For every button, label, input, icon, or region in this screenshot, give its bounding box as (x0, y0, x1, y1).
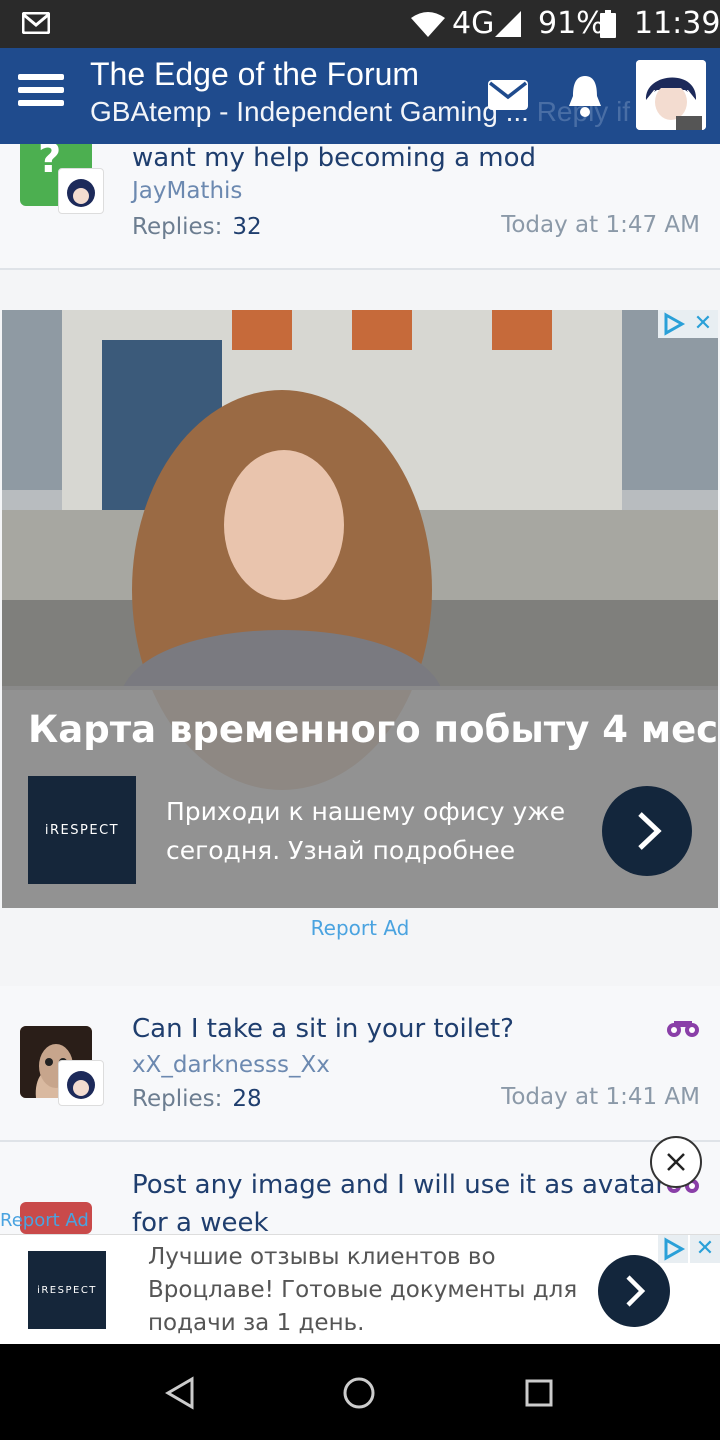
adchoices-icon[interactable] (658, 310, 688, 338)
thread-title[interactable]: want my help becoming a mod (132, 143, 536, 173)
last-poster-avatar[interactable] (58, 1060, 104, 1106)
last-poster-avatar[interactable] (58, 168, 104, 214)
bell-icon[interactable] (566, 74, 604, 118)
hamburger-icon (18, 74, 64, 80)
thread-replies: Replies: 32 (132, 214, 262, 240)
recents-icon[interactable] (524, 1378, 554, 1408)
battery-percent: 91% (538, 6, 605, 41)
network-type: 4G (452, 6, 495, 41)
back-icon[interactable] (164, 1376, 196, 1410)
thread-author[interactable]: xX_darknesss_Xx (132, 1052, 330, 1078)
banner-close-icon[interactable]: ✕ (690, 1235, 720, 1263)
close-icon (667, 1153, 685, 1171)
mail-icon[interactable] (486, 78, 530, 112)
clock: 11:39 (634, 6, 720, 41)
banner-brand-logo[interactable]: iRESPECT (28, 1251, 106, 1329)
banner-text[interactable]: Лучшие отзывы клиентов во Вроцлаве! Гото… (148, 1241, 588, 1340)
chevron-right-icon (626, 1275, 646, 1307)
ad-cta-button[interactable] (602, 786, 692, 876)
ad-brand-logo[interactable]: iRESPECT (28, 776, 136, 884)
anime-avatar-icon (636, 60, 706, 130)
thread-author[interactable]: JayMathis (132, 178, 242, 204)
wifi-icon (411, 12, 445, 37)
ad-close-icon[interactable]: ✕ (688, 310, 718, 338)
ad-block[interactable]: ✕ Карта временного побыту 4 мес. iRESPEC… (2, 310, 718, 908)
battery-icon (600, 10, 616, 38)
thread-item[interactable]: Can I take a sit in your toilet? xX_dark… (0, 986, 720, 1142)
thread-title[interactable]: Can I take a sit in your toilet? (132, 1014, 514, 1044)
thread-time[interactable]: Today at 1:47 AM (501, 212, 700, 238)
watch-icon[interactable] (666, 1018, 700, 1038)
system-nav-bar (0, 1344, 720, 1440)
home-icon[interactable] (342, 1376, 376, 1410)
report-ad-link[interactable]: Report Ad (0, 1210, 89, 1231)
anime-avatar-icon (67, 1071, 95, 1099)
status-bar: 4G 91% 11:39 (0, 0, 720, 48)
thread-replies: Replies: 28 (132, 1086, 262, 1112)
thread-item[interactable]: Post any image and I will use it as avat… (0, 1142, 720, 1238)
thread-time[interactable]: Today at 1:41 AM (501, 1084, 700, 1110)
chevron-right-icon (638, 812, 662, 850)
page-title: The Edge of the Forum (90, 56, 420, 92)
user-avatar[interactable] (636, 60, 706, 130)
thread-title[interactable]: Post any image and I will use it as avat… (132, 1170, 666, 1200)
signal-icon (495, 11, 521, 37)
close-ad-button[interactable] (650, 1136, 702, 1188)
app-header: The Edge of the Forum GBAtemp - Independ… (0, 48, 720, 144)
banner-cta-button[interactable] (598, 1255, 670, 1327)
report-ad-link[interactable]: Report Ad (0, 916, 720, 940)
anime-avatar-icon (67, 179, 95, 207)
banner-ad[interactable]: iRESPECT Лучшие отзывы клиентов во Вроцл… (0, 1234, 720, 1345)
ad-headline[interactable]: Карта временного побыту 4 мес. (28, 708, 718, 751)
gmail-icon (22, 12, 50, 34)
thread-item[interactable]: ? want my help becoming a mod JayMathis … (0, 134, 720, 270)
ad-description[interactable]: Приходи к нашему офису уже сегодня. Узна… (166, 792, 586, 870)
adchoices-icon[interactable] (658, 1235, 688, 1263)
menu-button[interactable] (18, 74, 64, 118)
